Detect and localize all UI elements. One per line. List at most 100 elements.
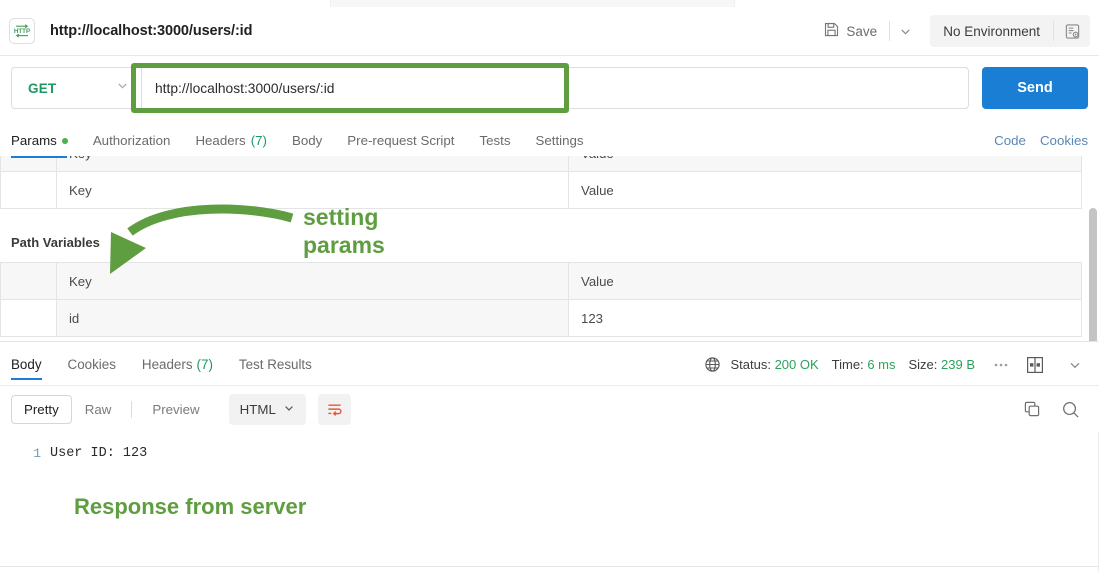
params-tab-indicator [11,156,67,158]
http-method-label: GET [28,80,57,96]
send-button[interactable]: Send [982,67,1088,109]
response-status-group: Status: 200 OK Time: 6 ms Size: 239 B [704,352,1088,378]
url-bar: GET http://localhost:3000/users/:id Send [0,56,1099,120]
response-tab-test-results-label: Test Results [238,357,312,372]
path-variables-table: Key Value id 123 [0,262,1082,337]
save-label: Save [846,23,878,39]
search-icon[interactable] [1061,400,1080,419]
split-layout-icon[interactable] [1022,352,1048,378]
response-tab-headers[interactable]: Headers (7) [142,344,213,386]
copy-icon[interactable] [1023,400,1041,418]
response-tab-body-label: Body [11,357,42,372]
query-params-key-input[interactable]: Key [56,171,569,209]
response-tab-headers-label: Headers [141,357,193,372]
status-label: Status: [730,357,771,372]
tab-strip [0,0,1099,7]
environment-select[interactable]: No Environment [930,15,1053,47]
ellipsis-icon[interactable] [988,352,1014,378]
response-tab-cookies[interactable]: Cookies [68,344,116,386]
tab-tests[interactable]: Tests [479,133,510,156]
response-tabs-bar: Body Cookies Headers (7) Test Results St… [0,344,1099,386]
active-tab-ghost[interactable] [330,0,735,7]
response-toolbar: Pretty Raw Preview HTML [0,386,1099,432]
params-modified-dot-icon [61,137,68,144]
tab-headers-count: (7) [250,133,267,148]
tab-tests-label: Tests [479,133,511,148]
time-label: Time: [831,357,864,372]
path-variable-key-cell[interactable]: id [56,299,569,337]
query-params-row-checkbox[interactable] [0,171,57,209]
http-method-select[interactable]: GET [11,67,141,109]
view-raw-button[interactable]: Raw [72,395,125,424]
code-link[interactable]: Code [994,133,1026,148]
status-badge: Status: 200 OK [730,357,818,372]
view-divider [131,400,133,418]
environment-selector-group: No Environment [930,15,1090,47]
response-collapse-chevron-down-icon[interactable] [1062,352,1088,378]
url-input[interactable]: http://localhost:3000/users/:id [141,67,969,109]
response-format-label: HTML [239,401,276,417]
cookies-link[interactable]: Cookies [1040,133,1088,148]
path-variables-key-header: Key [56,262,569,300]
response-body-viewer[interactable]: 1 User ID: 123 [0,432,1099,569]
query-params-value-input[interactable]: Value [568,171,1082,209]
path-variable-row-checkbox[interactable] [0,299,57,337]
view-pretty-button[interactable]: Pretty [11,394,72,424]
time-badge: Time: 6 ms [832,357,896,372]
environment-quick-look-icon[interactable] [1054,15,1090,47]
tab-settings[interactable]: Settings [535,133,583,156]
postman-window: HTTP http://localhost:3000/users/:id Sav… [0,0,1099,572]
query-params-checkbox-header [0,156,57,172]
header-actions: Save No Environment [815,7,1099,55]
request-header-bar: HTTP http://localhost:3000/users/:id Sav… [0,7,1099,56]
environment-label: No Environment [943,23,1040,39]
tab-headers[interactable]: Headers (7) [195,133,267,156]
chevron-down-icon [283,402,295,417]
params-vertical-scrollbar[interactable] [1089,208,1097,341]
line-content: User ID: 123 [50,446,148,461]
path-variables-label: Path Variables [11,235,100,250]
tab-body[interactable]: Body [292,133,322,156]
floppy-disk-icon [824,22,839,40]
request-title: http://localhost:3000/users/:id [50,23,253,39]
query-params-key-header: Key [56,156,569,172]
path-variables-value-header: Value [568,262,1082,300]
globe-icon [704,356,721,373]
tab-pre-request-script[interactable]: Pre-request Script [347,133,454,156]
tab-authorization-label: Authorization [92,133,171,148]
table-header-row: Key Value [0,156,1082,172]
save-button[interactable]: Save [815,16,887,46]
response-tab-test-results[interactable]: Test Results [239,344,312,386]
tab-params[interactable]: Params [11,133,68,156]
save-options-chevron-down-icon[interactable] [892,17,918,45]
tab-pre-request-script-label: Pre-request Script [347,133,455,148]
tab-settings-label: Settings [535,133,584,148]
http-protocol-icon: HTTP [9,18,35,44]
status-value: 200 OK [774,357,819,372]
response-format-select[interactable]: HTML [228,393,306,425]
line-number: 1 [33,446,41,461]
tab-params-label: Params [11,133,57,148]
response-tab-body[interactable]: Body [11,344,42,386]
view-preview-button[interactable]: Preview [139,395,212,424]
table-row[interactable]: id 123 [0,299,1082,337]
header-divider [889,21,891,41]
response-view-switch: Pretty Raw Preview [11,394,213,424]
path-variable-value-cell[interactable]: 123 [568,299,1082,337]
url-input-value: http://localhost:3000/users/:id [155,80,335,96]
table-header-row: Key Value [0,262,1082,300]
tab-headers-label: Headers [195,133,246,148]
tab-authorization[interactable]: Authorization [93,133,171,156]
request-tab-links: Code Cookies [994,133,1088,156]
response-tab-headers-count: (7) [196,357,213,372]
tab-body-label: Body [291,133,323,148]
params-scroll-pane[interactable]: Key Value Key Value Path Variables Key V… [0,156,1099,342]
time-value: 6 ms [867,357,896,372]
word-wrap-icon[interactable] [317,393,351,425]
code-line: 1 User ID: 123 [0,432,1099,461]
query-params-table: Key Value Key Value [0,156,1082,209]
chevron-down-icon [116,79,129,97]
table-row[interactable]: Key Value [0,171,1082,209]
size-label: Size: [908,357,938,372]
window-bottom-rule [0,566,1099,567]
